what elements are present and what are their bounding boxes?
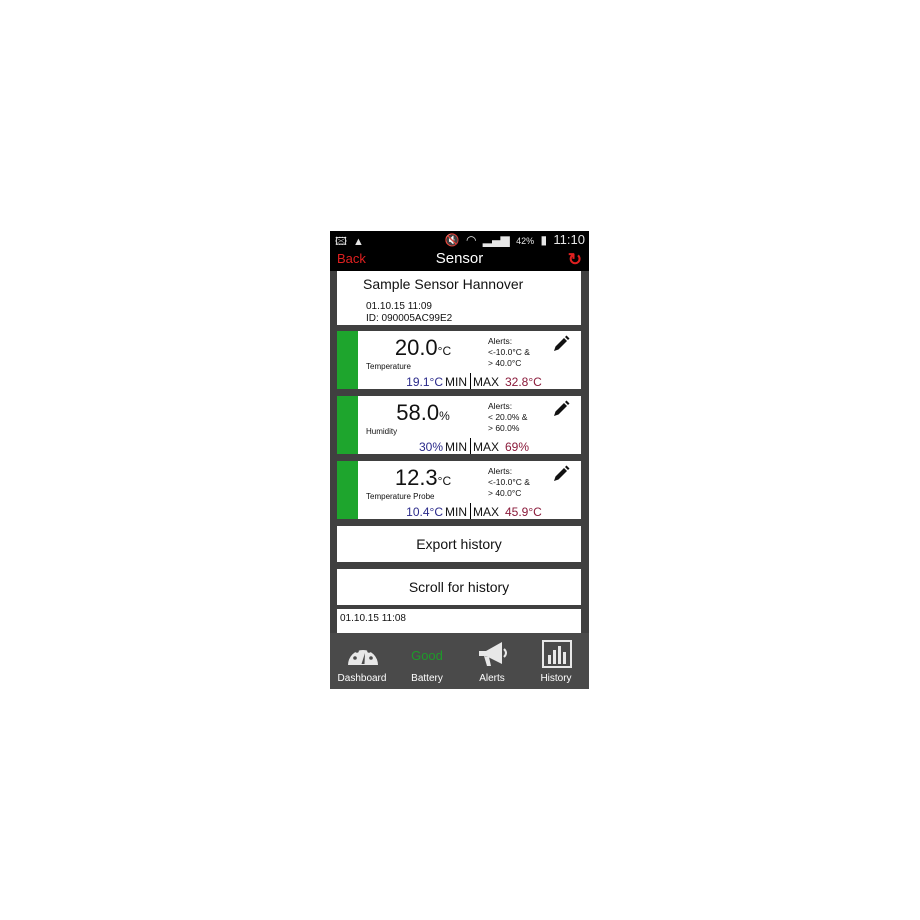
min-max-row: 19.1°C MIN MAX 32.8°C: [337, 373, 581, 389]
reading-value: 58.0: [396, 400, 440, 425]
phone-screen: 🖾 ▲ 🔇 ◠ ▂▄▆ 42% ▮ 11:10 Back Sensor ↻ Sam…: [330, 231, 589, 689]
reading-card-humidity: 58.0% Humidity Alerts: < 20.0% & > 60.0%…: [337, 396, 581, 454]
tab-battery[interactable]: Good Battery: [395, 633, 459, 689]
signal-icon: ▂▄▆: [482, 233, 510, 247]
megaphone-icon: [479, 642, 507, 666]
status-bar: 🖾 ▲ 🔇 ◠ ▂▄▆ 42% ▮ 11:10: [330, 231, 589, 248]
tab-dashboard[interactable]: Dashboard: [330, 633, 394, 689]
divider: [470, 438, 471, 454]
alert-thresholds: Alerts: < 20.0% & > 60.0%: [488, 401, 527, 434]
alert-high: > 40.0°C: [488, 358, 522, 368]
pencil-icon[interactable]: [551, 399, 571, 419]
alert-low: <-10.0°C &: [488, 477, 530, 487]
alert-high: > 40.0°C: [488, 488, 522, 498]
title-bar: Back Sensor ↻: [330, 247, 589, 271]
max-value: 32.8°C: [505, 375, 542, 389]
reading-unit: °C: [437, 344, 452, 358]
alert-low: <-10.0°C &: [488, 347, 530, 357]
reading-label: Temperature Probe: [366, 492, 435, 501]
min-value: 10.4°C: [406, 505, 443, 519]
bottom-tab-bar: Dashboard Good Battery Alerts History: [330, 633, 589, 689]
tab-label: Alerts: [479, 673, 505, 684]
max-label: MAX: [473, 440, 500, 454]
battery-status: Good: [411, 648, 443, 663]
min-label: MIN: [445, 505, 467, 519]
min-label: MIN: [445, 440, 467, 454]
reading-value: 12.3: [394, 465, 438, 490]
export-history-button[interactable]: Export history: [337, 526, 581, 562]
clock: 11:10: [553, 232, 585, 247]
scroll-history-button[interactable]: Scroll for history: [337, 569, 581, 605]
alerts-heading: Alerts:: [488, 336, 513, 346]
sensor-info-card: Sample Sensor Hannover 01.10.15 11:09 ID…: [337, 271, 581, 325]
mute-icon: 🔇: [444, 233, 460, 247]
wifi-icon: ◠: [465, 233, 477, 247]
bar-chart-icon: [542, 640, 572, 668]
min-max-row: 10.4°C MIN MAX 45.9°C: [337, 503, 581, 519]
tab-history[interactable]: History: [524, 633, 588, 689]
refresh-icon[interactable]: ↻: [568, 250, 582, 270]
tab-label: Dashboard: [337, 673, 387, 684]
pencil-icon[interactable]: [551, 334, 571, 354]
page-title: Sensor: [435, 250, 484, 267]
sensor-date: 01.10.15 11:09: [366, 301, 432, 312]
reading-value: 20.0: [394, 335, 438, 360]
min-max-row: 30% MIN MAX 69%: [337, 438, 581, 454]
alerts-heading: Alerts:: [488, 401, 513, 411]
divider: [470, 503, 471, 519]
history-list-item[interactable]: 01.10.15 11:08: [337, 609, 581, 633]
pencil-icon[interactable]: [551, 464, 571, 484]
reading-card-temperature: 20.0°C Temperature Alerts: <-10.0°C & > …: [337, 331, 581, 389]
battery-icon: ▮: [540, 233, 548, 247]
sensor-id: ID: 090005AC99E2: [366, 313, 453, 324]
reading-label: Humidity: [366, 427, 398, 436]
tab-alerts[interactable]: Alerts: [460, 633, 524, 689]
gauge-icon: [348, 646, 378, 665]
reading-label: Temperature: [366, 362, 411, 371]
alerts-heading: Alerts:: [488, 466, 513, 476]
reading-unit: %: [439, 409, 450, 423]
max-label: MAX: [473, 375, 500, 389]
sensor-name: Sample Sensor Hannover: [363, 276, 524, 292]
min-label: MIN: [445, 375, 467, 389]
max-label: MAX: [473, 505, 500, 519]
reading-card-temperature-probe: 12.3°C Temperature Probe Alerts: <-10.0°…: [337, 461, 581, 519]
alert-low: < 20.0% &: [488, 412, 528, 422]
tab-label: History: [540, 673, 572, 684]
alert-thresholds: Alerts: <-10.0°C & > 40.0°C: [488, 466, 530, 499]
battery-percent: 42%: [516, 236, 535, 246]
alert-thresholds: Alerts: <-10.0°C & > 40.0°C: [488, 336, 530, 369]
reading-unit: °C: [437, 474, 452, 488]
history-timestamp: 01.10.15 11:08: [340, 613, 406, 624]
max-value: 69%: [505, 440, 530, 454]
min-value: 19.1°C: [406, 375, 443, 389]
tab-label: Battery: [411, 673, 443, 684]
max-value: 45.9°C: [505, 505, 542, 519]
alert-high: > 60.0%: [488, 423, 520, 433]
divider: [470, 373, 471, 389]
min-value: 30%: [418, 440, 443, 454]
